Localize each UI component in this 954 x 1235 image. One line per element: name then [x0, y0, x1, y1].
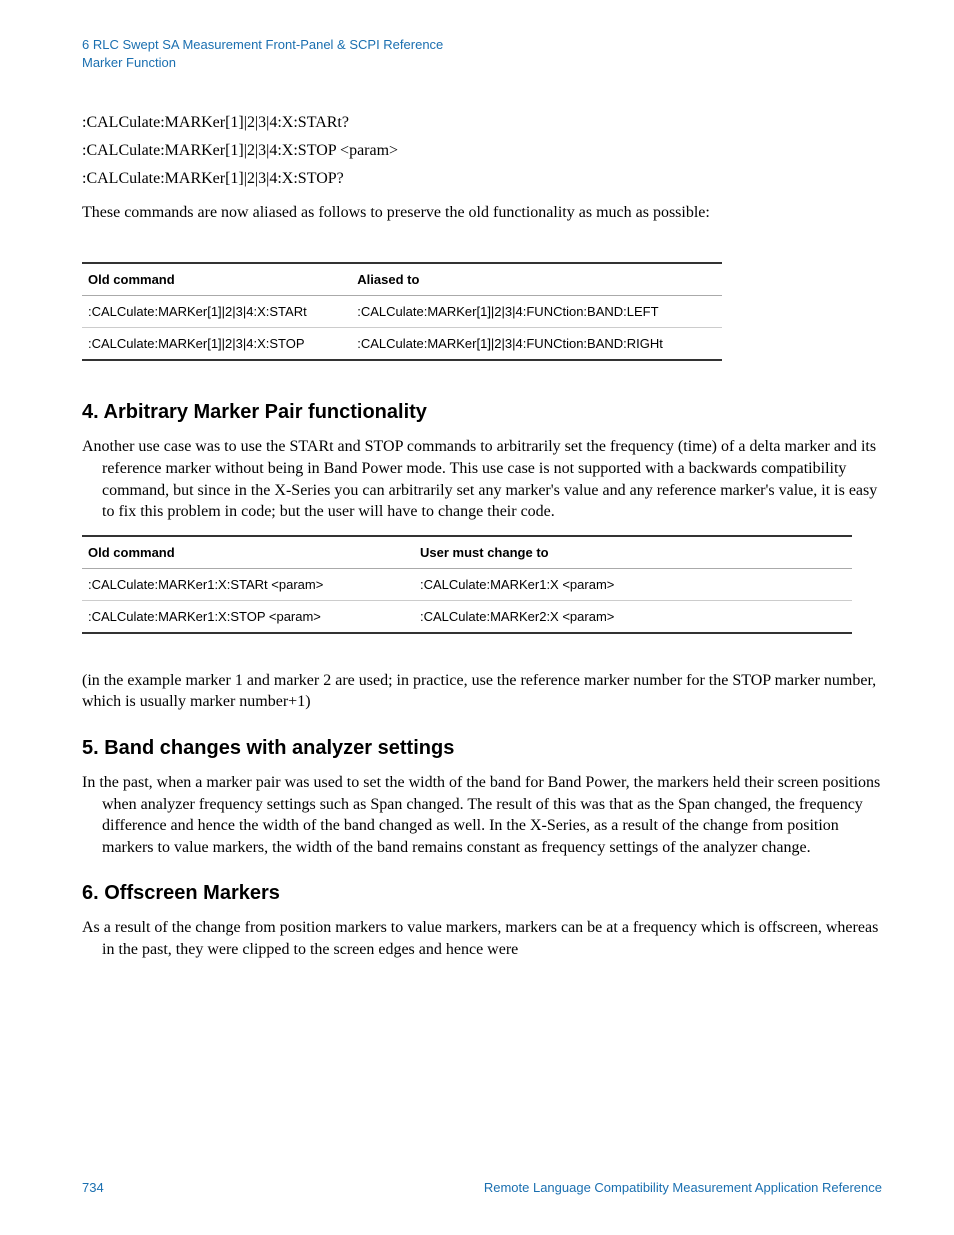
document-page: 6 RLC Swept SA Measurement Front-Panel &… [0, 0, 954, 1235]
table-row: :CALCulate:MARKer[1]|2|3|4:X:STOP :CALCu… [82, 328, 722, 361]
table-cell: :CALCulate:MARKer1:X <param> [414, 568, 852, 600]
footer-doc-title: Remote Language Compatibility Measuremen… [484, 1180, 882, 1195]
section-4-body: Another use case was to use the STARt an… [82, 436, 882, 522]
section-heading-5: 5. Band changes with analyzer settings [82, 737, 882, 760]
alias-table: Old command Aliased to :CALCulate:MARKer… [82, 262, 722, 361]
table-cell: :CALCulate:MARKer2:X <param> [414, 600, 852, 633]
table-2-note: (in the example marker 1 and marker 2 ar… [82, 670, 882, 713]
header-line-2: Marker Function [82, 54, 882, 72]
table-header: Old command [82, 536, 414, 569]
table-row: :CALCulate:MARKer1:X:STARt <param> :CALC… [82, 568, 852, 600]
table-cell: :CALCulate:MARKer1:X:STOP <param> [82, 600, 414, 633]
table-cell: :CALCulate:MARKer[1]|2|3|4:FUNCtion:BAND… [351, 328, 722, 361]
table-header: Aliased to [351, 263, 722, 296]
table-cell: :CALCulate:MARKer1:X:STARt <param> [82, 568, 414, 600]
section-6-body: As a result of the change from position … [82, 917, 882, 960]
table-header: Old command [82, 263, 351, 296]
change-table: Old command User must change to :CALCula… [82, 535, 852, 634]
section-heading-4: 4. Arbitrary Marker Pair functionality [82, 401, 882, 424]
page-number: 734 [82, 1180, 104, 1195]
table-cell: :CALCulate:MARKer[1]|2|3|4:FUNCtion:BAND… [351, 296, 722, 328]
scpi-command: :CALCulate:MARKer[1]|2|3|4:X:STARt? [82, 114, 882, 132]
header-line-1: 6 RLC Swept SA Measurement Front-Panel &… [82, 36, 882, 54]
table-cell: :CALCulate:MARKer[1]|2|3|4:X:STARt [82, 296, 351, 328]
page-footer: 734 Remote Language Compatibility Measur… [82, 1180, 882, 1195]
table-row: :CALCulate:MARKer[1]|2|3|4:X:STARt :CALC… [82, 296, 722, 328]
page-header: 6 RLC Swept SA Measurement Front-Panel &… [82, 36, 882, 72]
scpi-command: :CALCulate:MARKer[1]|2|3|4:X:STOP <param… [82, 142, 882, 160]
table-row: :CALCulate:MARKer1:X:STOP <param> :CALCu… [82, 600, 852, 633]
section-5-body: In the past, when a marker pair was used… [82, 772, 882, 858]
alias-intro-text: These commands are now aliased as follow… [82, 204, 882, 222]
scpi-command: :CALCulate:MARKer[1]|2|3|4:X:STOP? [82, 170, 882, 188]
table-header: User must change to [414, 536, 852, 569]
section-heading-6: 6. Offscreen Markers [82, 882, 882, 905]
table-cell: :CALCulate:MARKer[1]|2|3|4:X:STOP [82, 328, 351, 361]
